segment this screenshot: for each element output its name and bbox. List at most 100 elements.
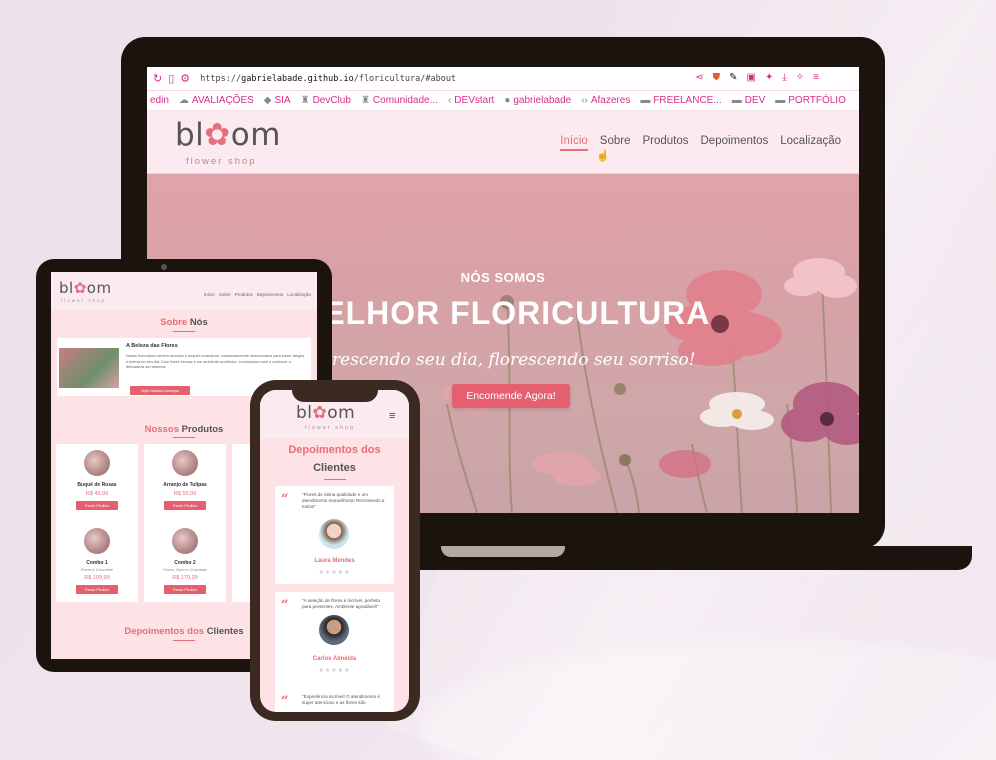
bookmark-icon[interactable]: ▯ [168, 72, 174, 85]
cloud-icon: ☁ [178, 95, 189, 106]
bookmark-label: AVALIAÇÕES [191, 95, 254, 106]
about-title: Sobre Nós [51, 317, 317, 328]
download-icon[interactable]: ⤓ [782, 72, 786, 83]
bookmark-item[interactable]: ◆ SIA [264, 95, 291, 106]
products-title-a: Nossos [144, 424, 179, 435]
nav-link-2[interactable]: Produtos [642, 135, 688, 151]
phone-logo[interactable]: bl✿om [296, 403, 355, 423]
folder-icon: ▬ [731, 95, 742, 106]
browser-toolbar: ↻ ▯ ⚙ https://gabrielabade.github.io/flo… [147, 67, 859, 91]
about-title-a: Sobre [160, 317, 188, 328]
logo[interactable]: bl✿om [175, 117, 281, 153]
phone-logo-text-start: bl [296, 403, 313, 423]
folder-icon: ▬ [640, 95, 651, 106]
bookmark-item[interactable]: edin [147, 95, 169, 106]
url-path: /floricultura/#about [353, 73, 457, 84]
product-desc: Flores e Chocolate [81, 568, 113, 572]
customer-avatar [319, 519, 349, 549]
phone-title-underline [324, 479, 346, 480]
rating-stars: ★★★★★ [318, 668, 351, 674]
menu-icon[interactable]: ≡ [813, 72, 819, 83]
extension-icon[interactable]: ▣ [747, 72, 756, 83]
eyedropper-icon[interactable]: ✎ [729, 72, 737, 83]
bookmark-item[interactable]: ● gabrielabade [504, 95, 571, 106]
bookmark-item[interactable]: ▬ DEV [732, 95, 766, 106]
bookmark-item[interactable]: ♜ Comunidade... [361, 95, 438, 106]
bookmark-item[interactable]: ▬ FREELANCE... [640, 95, 721, 106]
product-image [84, 528, 110, 554]
about-title-b: Nós [189, 317, 208, 328]
product-name: Arranjo de Tulipas [163, 482, 207, 488]
order-button[interactable]: Fazer Pedido [164, 501, 206, 510]
product-card: Arranjo de Tulipas R$ 59,99 Fazer Pedido [144, 444, 226, 524]
see-arrangements-button[interactable]: Veja Nossos Arranjos [130, 386, 190, 395]
product-price: R$ 49,99 [85, 491, 109, 497]
testimonial-text: "Flores de ótima qualidade e um atendime… [302, 492, 385, 510]
phone-notch [292, 390, 378, 402]
testimonial-card: “ "Flores de ótima qualidade e um atendim… [275, 486, 394, 584]
about-title-underline [173, 331, 195, 332]
testimonial-card: “ "Experiência incrível! O atendimento é … [275, 688, 394, 712]
testimonials-title-b: Clientes [206, 626, 244, 637]
tablet-nav-link-1[interactable]: Sobre [219, 292, 231, 297]
quote-icon: “ [281, 492, 289, 507]
address-bar[interactable]: https://gabrielabade.github.io/floricult… [200, 74, 456, 84]
product-price: R$ 59,99 [173, 491, 197, 497]
quote-icon: “ [281, 598, 289, 613]
hand-cursor-icon: ☝ [596, 150, 610, 162]
shield-icon[interactable]: ⛊ [713, 72, 721, 83]
product-image [172, 450, 198, 476]
order-button[interactable]: Fazer Pedido [76, 501, 118, 510]
site-settings-icon[interactable]: ⚙ [180, 72, 190, 85]
bookmark-item[interactable]: ‹› Afazeres [581, 95, 630, 106]
bookmark-item[interactable]: ♜ DevClub [301, 95, 351, 106]
tablet-nav: Início Sobre Produtos Depoimentos Localizaçã… [204, 292, 311, 297]
product-image [172, 528, 198, 554]
tablet-logo-subtitle: flower shop [61, 298, 107, 303]
order-now-button[interactable]: Encomende Agora! [452, 384, 570, 408]
tablet-camera [161, 264, 167, 270]
tablet-nav-link-2[interactable]: Produtos [235, 292, 253, 297]
laptop-hinge-notch [441, 546, 565, 557]
diamond-icon: ◆ [263, 95, 272, 106]
bookmark-item[interactable]: ‹ DEVstart [448, 95, 494, 106]
testimonials-title-underline [173, 640, 195, 641]
tablet-nav-link-0[interactable]: Início [204, 292, 215, 297]
testimonial-card: “ "A seleção de flores é incrível, perfei… [275, 592, 394, 690]
logo-text-end: om [230, 117, 281, 153]
tablet-header: bl✿om flower shop Início Sobre Produtos Dep… [51, 272, 317, 310]
tablet-nav-link-4[interactable]: Localização [287, 292, 311, 297]
phone-testimonials-title-a: Depoimentos dos [288, 444, 381, 456]
bookmark-label: DEVstart [454, 95, 495, 106]
tablet-logo[interactable]: bl✿om [59, 279, 112, 297]
logo-text-start: bl [175, 117, 205, 153]
share-icon[interactable]: ⋖ [695, 72, 703, 83]
hamburger-menu-icon[interactable]: ≡ [389, 410, 395, 422]
nav-link-0[interactable]: Início [560, 135, 588, 151]
community-icon: ♜ [300, 95, 310, 106]
order-button[interactable]: Fazer Pedido [76, 585, 118, 594]
reload-icon[interactable]: ↻ [153, 72, 162, 85]
bookmark-label: DevClub [312, 95, 351, 106]
code-icon: ‹› [581, 95, 588, 106]
community-icon: ♜ [360, 95, 370, 106]
phone-testimonials-title: Depoimentos dos Clientes [260, 441, 409, 477]
tablet-nav-link-3[interactable]: Depoimentos [257, 292, 284, 297]
florists-photo [59, 348, 119, 388]
nav-link-4[interactable]: Localização [780, 135, 841, 151]
chevron-left-icon: ‹ [447, 95, 452, 106]
sparkle-icon[interactable]: ✧ [796, 72, 804, 83]
bookmark-label: gabrielabade [513, 95, 572, 106]
nav-link-3[interactable]: Depoimentos [701, 135, 769, 151]
order-button[interactable]: Fazer Pedido [164, 585, 206, 594]
product-card: Combo 1 Flores e Chocolate R$ 109,99 Fazer … [56, 522, 138, 602]
url-host: gabrielabade.github.io [241, 73, 354, 84]
bookmarks-bar: edin ☁ AVALIAÇÕES ◆ SIA ♜ DevClub ♜ Comunidade..… [147, 91, 859, 111]
bookmark-label: DEV [744, 95, 766, 106]
bookmark-item[interactable]: ☁ AVALIAÇÕES [179, 95, 254, 106]
customer-avatar [319, 615, 349, 645]
puzzle-icon[interactable]: ✦ [765, 72, 773, 83]
bookmark-item[interactable]: ▬ PORTFÓLIO [775, 95, 846, 106]
site-header: bl✿om flower shop Início Sobre Produtos Dep… [147, 111, 859, 174]
tablet-logo-text-end: om [86, 279, 112, 297]
